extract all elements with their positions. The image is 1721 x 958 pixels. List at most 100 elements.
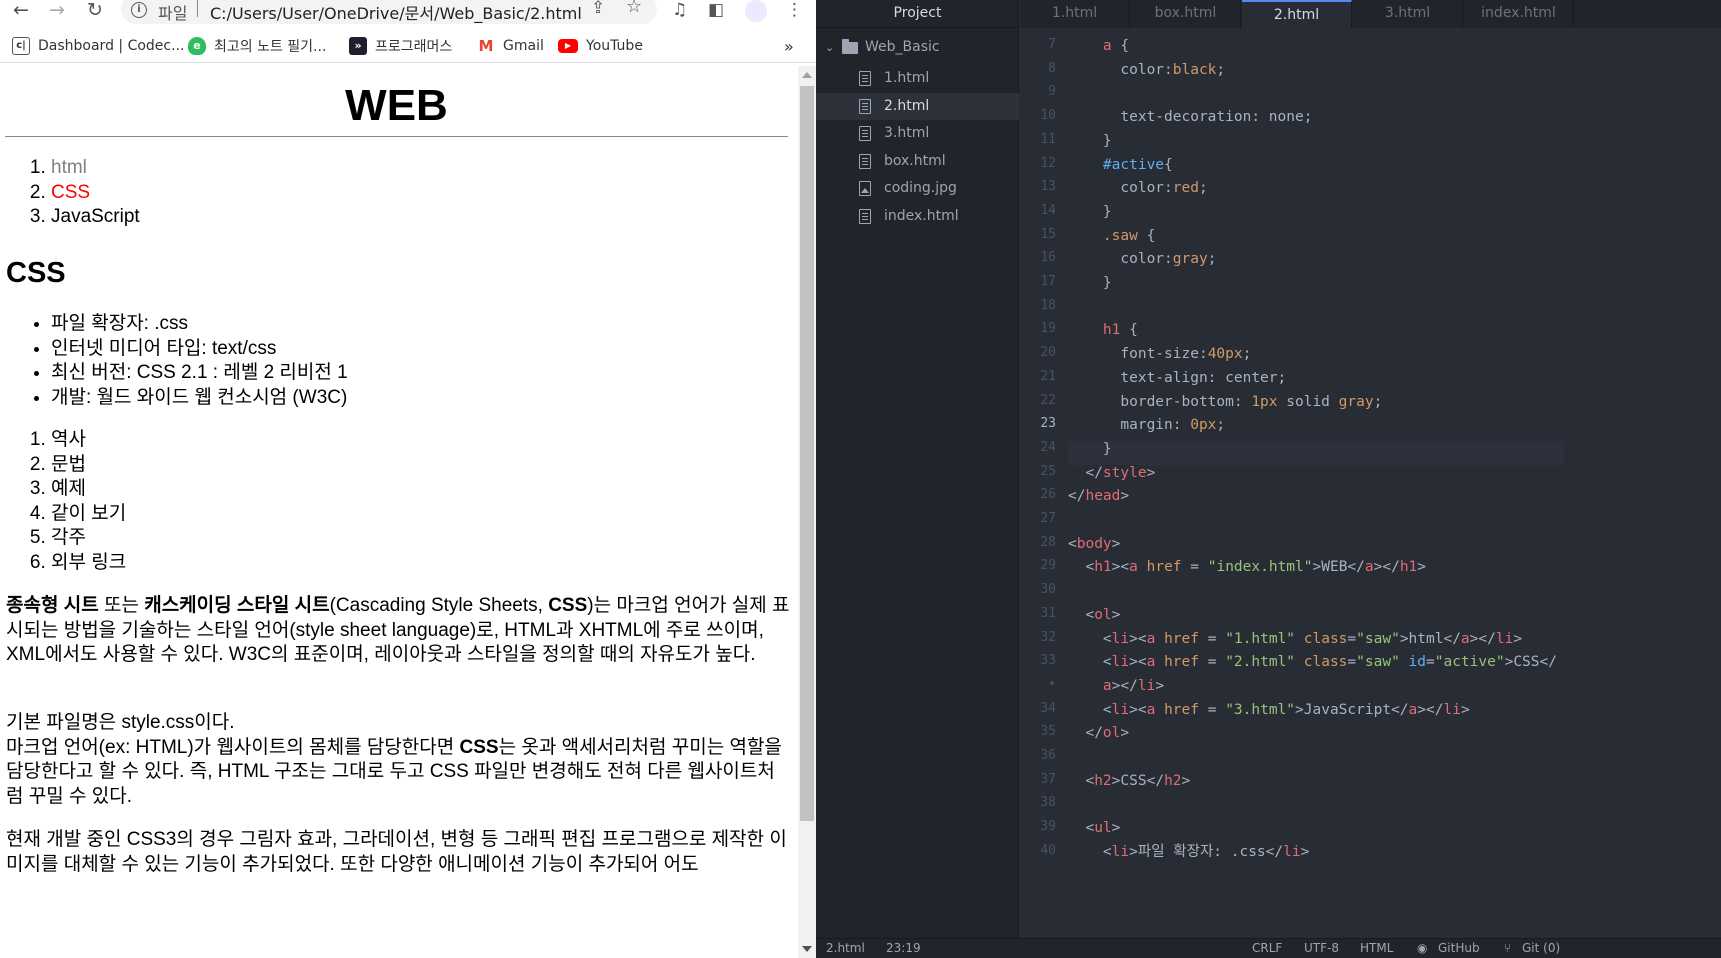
scroll-thumb[interactable] <box>800 86 814 821</box>
profile-avatar[interactable] <box>745 0 767 22</box>
bookmark-item[interactable]: » 프로그래머스 <box>349 36 452 56</box>
forward-arrow-icon[interactable]: → <box>44 0 70 22</box>
tree-file[interactable]: 3.html <box>816 120 1019 147</box>
code-token: #active <box>1102 156 1165 173</box>
code-line: <li><a href = "2.html" class="saw" id="a… <box>1068 650 1557 674</box>
code-token: > <box>1111 820 1121 837</box>
media-control-icon[interactable]: ♫ <box>672 0 687 20</box>
tree-file-label: 1.html <box>884 70 930 86</box>
code-token: { <box>1111 38 1130 54</box>
line-number: 30 <box>1040 582 1056 598</box>
code-token: color: <box>1068 251 1173 268</box>
address-bar[interactable]: i 파일 C:/Users/User/OneDrive/문서/Web_Basic… <box>121 0 657 24</box>
code-line: <body> <box>1068 532 1120 556</box>
bookmark-star-icon[interactable]: ☆ <box>626 0 642 17</box>
side-panel-icon[interactable]: ◧ <box>708 0 724 20</box>
url-text[interactable]: C:/Users/User/OneDrive/문서/Web_Basic/2.ht… <box>210 0 582 24</box>
info-icon[interactable]: i <box>131 2 147 18</box>
codecademy-icon: c| <box>12 37 30 55</box>
line-number: 29 <box>1040 558 1056 574</box>
editor-tab[interactable]: 1.html <box>1020 0 1130 28</box>
code-line: </ol> <box>1068 721 1129 745</box>
code-line: color:gray; <box>1068 247 1216 271</box>
code-token: .saw <box>1102 227 1138 244</box>
code-line: <li>파일 확장자: .css</li> <box>1068 840 1309 864</box>
scroll-down-arrow-icon[interactable] <box>802 946 812 952</box>
code-line: color:black; <box>1068 58 1225 82</box>
line-number: 28 <box>1040 534 1056 550</box>
status-cursor-position[interactable]: 23:19 <box>886 939 921 958</box>
code-line: a { <box>1068 34 1129 58</box>
list-item: 문법 <box>51 453 126 478</box>
code-line: a></li> <box>1068 674 1164 698</box>
code-token: >< <box>1129 630 1147 647</box>
status-encoding[interactable]: UTF-8 <box>1304 939 1339 958</box>
code-token: >WEB</ <box>1312 559 1365 576</box>
line-number: 8 <box>1048 60 1056 76</box>
line-number: 26 <box>1040 487 1056 503</box>
page-scrollbar[interactable] <box>798 66 816 958</box>
code-token: h1 <box>1102 322 1121 339</box>
bookmark-item[interactable]: e 최고의 노트 필기... <box>188 36 326 56</box>
editor-tab[interactable]: 2.html <box>1242 0 1352 28</box>
code-token: > <box>1120 488 1130 505</box>
text-run: 마크업 언어(ex: HTML)가 웹사이트의 몸체를 담당한다면 <box>6 736 460 758</box>
gmail-icon: M <box>478 37 494 55</box>
bookmark-label: Gmail <box>503 38 544 54</box>
code-line: </head> <box>1068 484 1129 508</box>
bookmarks-overflow-button[interactable]: » <box>784 36 794 56</box>
back-arrow-icon[interactable]: ← <box>8 0 34 22</box>
bookmark-item[interactable]: ▶ YouTube <box>558 36 643 56</box>
status-line-ending[interactable]: CRLF <box>1252 939 1282 958</box>
code-token: = <box>1198 701 1226 718</box>
bookmark-label: YouTube <box>586 38 643 54</box>
line-number-gutter: 7 8 9 10 11 12 13 14 15 16 17 18 19 20 21 22 23 24 25 26 27 2… <box>1020 28 1066 938</box>
bookmark-item[interactable]: c| Dashboard | Codec... <box>12 36 184 56</box>
list-item: 파일 확장자: .css <box>51 312 348 337</box>
tree-file[interactable]: 1.html <box>816 65 1019 92</box>
code-token: </ <box>1068 464 1103 481</box>
bookmark-item[interactable]: M Gmail <box>477 36 544 56</box>
code-token: ; <box>1373 393 1383 410</box>
tree-header[interactable]: Project <box>816 0 1019 28</box>
scroll-up-arrow-icon[interactable] <box>802 72 812 78</box>
line-number: 36 <box>1040 748 1056 763</box>
line-number: 39 <box>1040 819 1056 835</box>
status-github[interactable]: GitHub <box>1438 939 1480 958</box>
line-number: 12 <box>1040 155 1056 171</box>
editor-tab[interactable]: 3.html <box>1353 0 1463 28</box>
share-icon[interactable]: ⇪ <box>591 0 605 18</box>
reload-icon[interactable]: ↻ <box>82 0 108 22</box>
home-link[interactable]: WEB <box>345 81 448 130</box>
nav-link-javascript[interactable]: JavaScript <box>51 206 140 227</box>
list-item: 같이 보기 <box>51 502 126 527</box>
code-area[interactable]: a { color:black; text-decoration: none; … <box>1068 28 1721 938</box>
tree-file[interactable]: 2.html <box>816 92 1019 120</box>
bookmark-label: 최고의 노트 필기... <box>214 39 327 55</box>
status-git[interactable]: Git (0) <box>1522 939 1560 958</box>
editor-tab[interactable]: index.html <box>1464 0 1574 28</box>
folder-label: Web_Basic <box>865 39 940 55</box>
code-token: class <box>1303 630 1348 647</box>
code-line: <h1><a href = "index.html">WEB</a></h1> <box>1068 555 1426 579</box>
paragraph: 현재 개발 중인 CSS3의 경우 그림자 효과, 그라데이션, 변형 등 그래… <box>6 829 787 875</box>
code-token: > <box>1181 772 1191 789</box>
editor-tab[interactable]: box.html <box>1131 0 1241 28</box>
tree-file[interactable]: box.html <box>816 148 1019 175</box>
line-number: 37 <box>1040 771 1056 787</box>
tree-file[interactable]: index.html <box>816 203 1019 230</box>
bold-term: CSS <box>548 595 588 616</box>
code-token: { <box>1120 322 1138 339</box>
nav-link-html[interactable]: html <box>51 157 87 178</box>
status-grammar[interactable]: HTML <box>1360 939 1393 958</box>
status-file[interactable]: 2.html <box>826 939 865 958</box>
code-editor-window: Project ⌄ Web_Basic 1.html 2.html 3.html bo… <box>816 0 1721 958</box>
tree-file[interactable]: coding.jpg <box>816 175 1019 202</box>
line-number: 25 <box>1040 463 1056 479</box>
tree-folder[interactable]: ⌄ Web_Basic <box>816 34 1019 61</box>
nav-link-css[interactable]: CSS <box>51 182 90 203</box>
tree-file-label: index.html <box>884 207 959 224</box>
menu-kebab-icon[interactable]: ⋮ <box>786 0 803 20</box>
github-icon: ◉ <box>1417 941 1428 955</box>
